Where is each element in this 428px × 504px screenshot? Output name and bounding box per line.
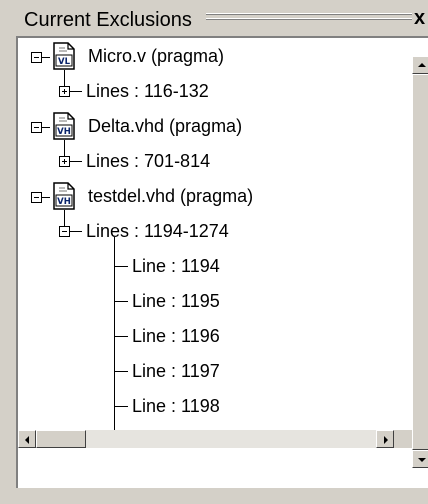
tree-connector [42, 127, 50, 128]
line-node[interactable]: Line : 1195 [132, 290, 220, 312]
file-node-label[interactable]: Delta.vhd (pragma) [88, 115, 242, 137]
lines-range-node[interactable]: Lines : 701-814 [86, 150, 210, 172]
line-node[interactable]: Line : 1198 [132, 395, 220, 417]
vhdl-file-icon: VH [53, 112, 75, 140]
arrow-up-icon [418, 63, 426, 67]
file-node-label[interactable]: testdel.vhd (pragma) [88, 185, 253, 207]
tree-connector [42, 197, 50, 198]
arrow-down-icon [418, 458, 426, 462]
tree-connector [114, 237, 115, 441]
lines-range-expander[interactable] [59, 86, 70, 97]
tree-connector [114, 371, 128, 372]
panel-title: Current Exclusions [24, 9, 192, 31]
file-expander[interactable] [31, 122, 42, 133]
file-expander[interactable] [31, 52, 42, 63]
lines-range-node[interactable]: Lines : 1194-1274 [86, 220, 229, 242]
tree-connector [42, 57, 50, 58]
tree-connector [64, 70, 65, 86]
tree-connector [70, 231, 82, 232]
tree-connector [114, 336, 128, 337]
scroll-right-button[interactable] [376, 430, 394, 448]
verilog-file-icon: VL [53, 42, 75, 70]
scroll-corner [394, 430, 412, 448]
tree-connector [70, 161, 82, 162]
panel-titlebar[interactable]: Current Exclusions x [0, 0, 428, 36]
svg-text:VH: VH [57, 197, 71, 207]
tree-connector [114, 301, 128, 302]
lines-range-expander[interactable] [59, 156, 70, 167]
line-node[interactable]: Line : 1194 [132, 255, 220, 277]
line-node[interactable]: Line : 1197 [132, 360, 220, 382]
drag-grip[interactable] [206, 13, 412, 23]
vertical-scrollbar[interactable] [412, 56, 428, 468]
arrow-right-icon [384, 436, 388, 444]
file-expander[interactable] [31, 192, 42, 203]
svg-text:VH: VH [57, 127, 71, 137]
arrow-left-icon [25, 436, 29, 444]
tree-connector [70, 91, 82, 92]
lines-range-node[interactable]: Lines : 116-132 [86, 80, 209, 102]
close-button[interactable]: x [414, 8, 428, 28]
tree-connector [64, 140, 65, 156]
current-exclusions-panel: Current Exclusions x VL Micro.v (pragma) L… [0, 0, 428, 504]
scroll-up-button[interactable] [412, 56, 428, 74]
exclusions-tree-view[interactable]: VL Micro.v (pragma) Lines : 116-132 VH Delta… [16, 36, 428, 488]
vertical-scroll-thumb[interactable] [412, 74, 428, 450]
scroll-down-button[interactable] [412, 450, 428, 468]
scroll-left-button[interactable] [18, 430, 36, 448]
lines-range-expander[interactable] [59, 226, 70, 237]
line-node[interactable]: Line : 1196 [132, 325, 220, 347]
tree-connector [114, 406, 128, 407]
tree-content: VL Micro.v (pragma) Lines : 116-132 VH Delta… [18, 38, 396, 450]
tree-connector [114, 266, 128, 267]
tree-connector [64, 210, 65, 226]
horizontal-scrollbar[interactable] [18, 430, 394, 448]
horizontal-scroll-thumb[interactable] [36, 430, 86, 448]
file-node-label[interactable]: Micro.v (pragma) [88, 45, 224, 67]
svg-text:VL: VL [58, 57, 71, 67]
vhdl-file-icon: VH [53, 182, 75, 210]
